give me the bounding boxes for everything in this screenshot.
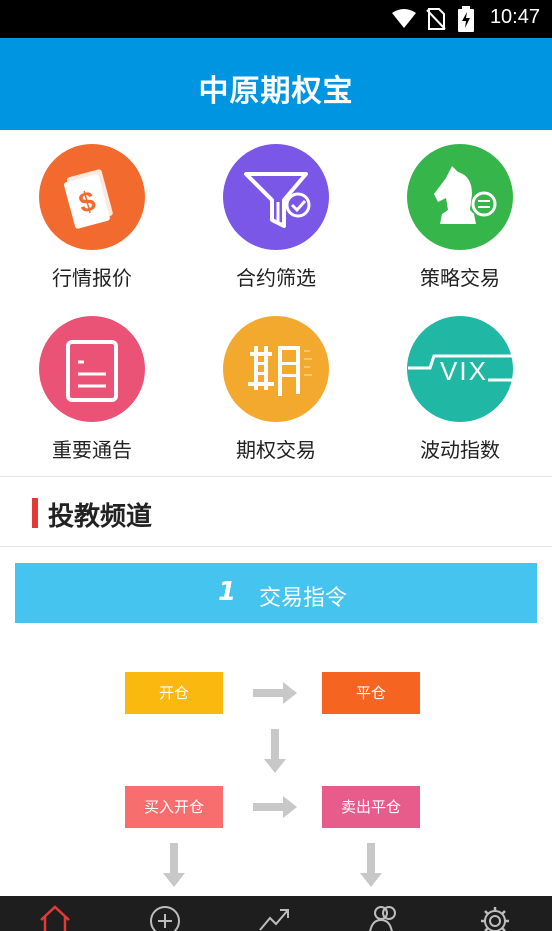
banner-title: 交易指令 — [259, 586, 348, 611]
flow-close-box: 平仓 — [322, 672, 420, 714]
nav-trend[interactable] — [220, 896, 330, 931]
flow-buy-open-box: 买入开仓 — [125, 786, 223, 828]
wifi-icon — [392, 9, 416, 28]
nav-home[interactable] — [0, 896, 110, 931]
nav-settings[interactable] — [440, 896, 550, 931]
users-icon — [369, 906, 396, 931]
arrow-right-icon — [253, 682, 297, 704]
feature-grid: $ 行情报价 合约筛选 策略交易 重要通告 期权交易 VIX 波动指数 — [0, 130, 552, 476]
menu-label: 策略交易 — [420, 266, 500, 290]
menu-label: 行情报价 — [52, 266, 132, 290]
app-title: 中原期权宝 — [198, 74, 354, 109]
menu-label: 期权交易 — [236, 438, 316, 462]
flow-open-box: 开仓 — [125, 672, 223, 714]
menu-label: 合约筛选 — [236, 266, 316, 290]
menu-item-strategy-trading[interactable]: 策略交易 — [368, 130, 552, 300]
nav-add[interactable] — [110, 896, 220, 931]
clock: 10:47 — [489, 6, 540, 28]
settings-icon — [481, 907, 509, 931]
filter-check-icon — [244, 172, 311, 228]
section-title: 投教频道 — [48, 502, 153, 532]
nav-users[interactable] — [330, 896, 440, 931]
menu-label: 波动指数 — [420, 438, 500, 462]
add-circle-icon — [150, 906, 180, 931]
status-bar: 10:47 — [0, 0, 552, 38]
home-icon — [40, 905, 70, 931]
section-accent-bar — [32, 498, 38, 528]
divider — [0, 476, 552, 477]
vix-icon: VIX — [408, 354, 512, 386]
app-header: 中原期权宝 — [0, 38, 552, 130]
menu-label: 重要通告 — [52, 438, 132, 462]
svg-text:VIX: VIX — [440, 356, 488, 386]
divider — [0, 546, 552, 547]
menu-item-market-quotes[interactable]: $ 行情报价 — [0, 130, 184, 300]
banner-number: 1 — [218, 577, 237, 607]
no-sim-icon — [426, 8, 446, 30]
lesson-banner[interactable]: 1 交易指令 — [15, 563, 537, 623]
flow-sell-close-box: 卖出平仓 — [322, 786, 420, 828]
chess-knight-icon — [434, 166, 497, 224]
bottom-nav — [0, 896, 552, 931]
arrow-down-icon — [264, 729, 286, 773]
arrow-down-icon — [163, 843, 185, 887]
arrow-right-icon — [253, 796, 297, 818]
notice-document-icon — [66, 340, 118, 402]
menu-item-announcements[interactable]: 重要通告 — [0, 302, 184, 472]
battery-charging-icon — [458, 6, 474, 32]
menu-item-contract-filter[interactable]: 合约筛选 — [184, 130, 368, 300]
menu-item-volatility-index[interactable]: VIX 波动指数 — [368, 302, 552, 472]
section-header: 投教频道 — [0, 478, 552, 546]
menu-item-option-trading[interactable]: 期权交易 — [184, 302, 368, 472]
arrow-down-icon — [360, 843, 382, 887]
dollar-card-icon: $ — [64, 169, 113, 229]
qi-character-icon — [248, 346, 312, 396]
trend-icon — [259, 909, 289, 931]
